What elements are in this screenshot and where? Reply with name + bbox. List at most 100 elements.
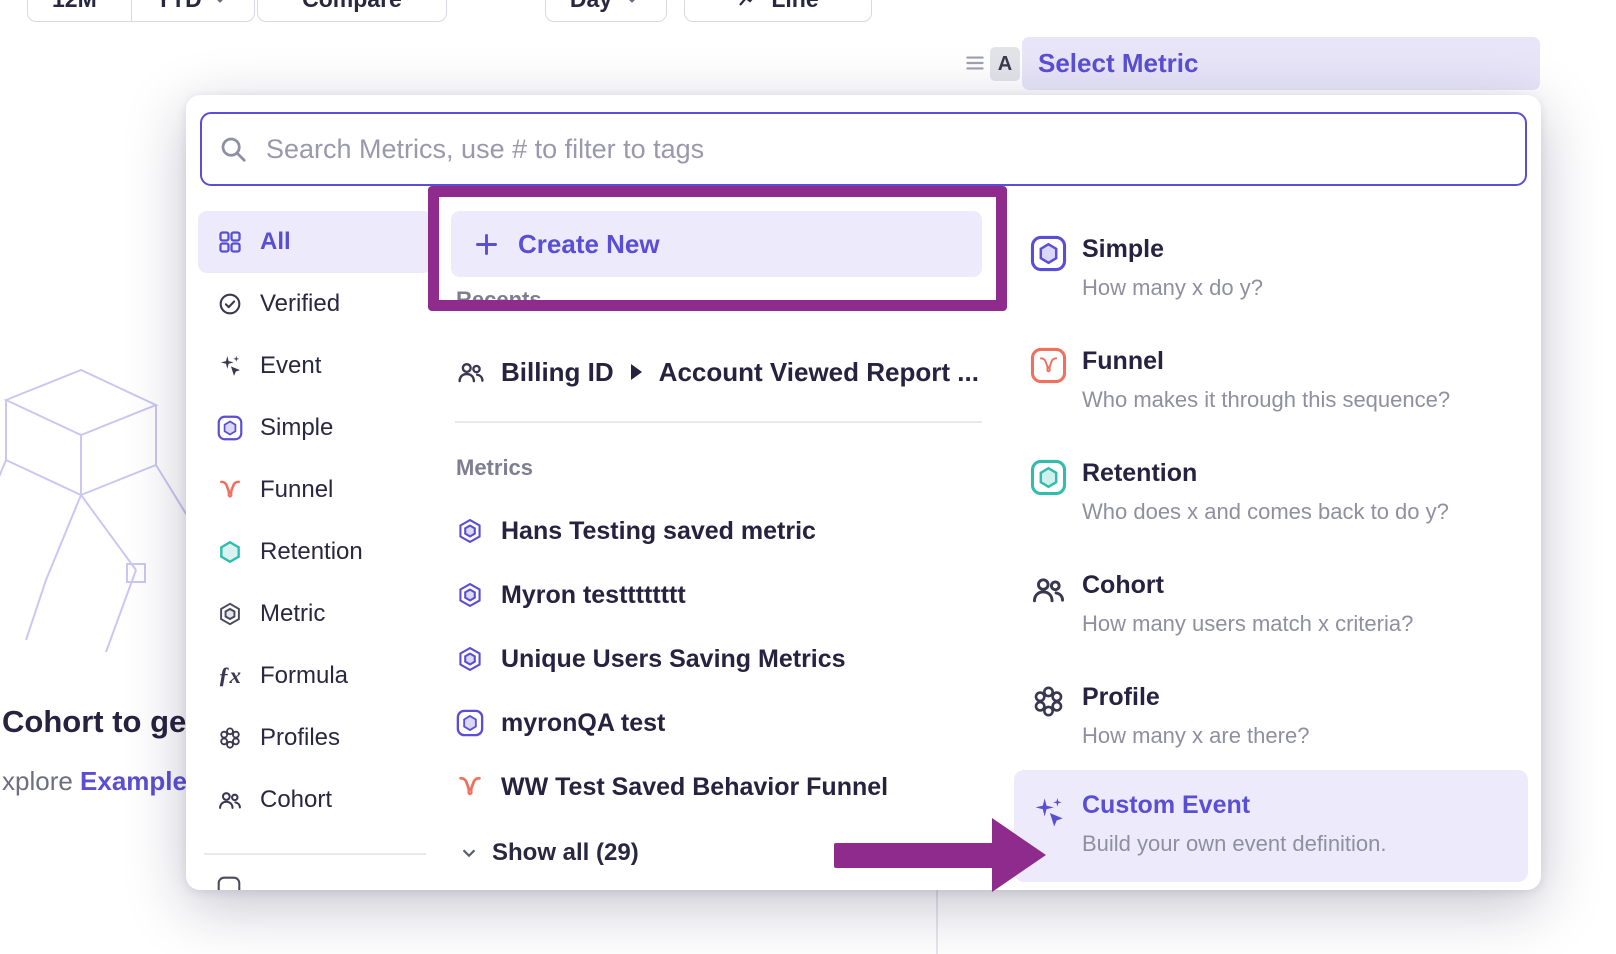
category-profiles[interactable]: Profiles bbox=[198, 707, 432, 769]
line-chart-icon bbox=[737, 0, 761, 11]
type-desc: Build your own event definition. bbox=[1082, 831, 1387, 857]
metric-icon bbox=[456, 581, 484, 609]
type-custom-event[interactable]: Custom Event Build your own event defini… bbox=[1014, 770, 1528, 882]
category-sidebar: All Verified Event Simple Funnel Retenti… bbox=[198, 211, 432, 831]
annotation-arrow-head bbox=[992, 818, 1046, 892]
category-metric[interactable]: Metric bbox=[198, 583, 432, 645]
partial-item-icon[interactable] bbox=[216, 875, 242, 890]
category-formula[interactable]: ƒx Formula bbox=[198, 645, 432, 707]
simple-icon bbox=[216, 415, 243, 442]
chart-type-label: Line bbox=[771, 0, 818, 13]
type-desc: How many x do y? bbox=[1082, 275, 1263, 301]
range-12m-button[interactable]: 12M bbox=[28, 0, 121, 21]
category-event[interactable]: Event bbox=[198, 335, 432, 397]
category-all[interactable]: All bbox=[198, 211, 432, 273]
event-sparkle-icon bbox=[216, 353, 243, 380]
simple-icon bbox=[1030, 235, 1067, 272]
decorative-wireframe bbox=[0, 330, 206, 660]
retention-icon bbox=[216, 539, 243, 566]
canvas-headline: Cohort to ge bbox=[2, 704, 186, 740]
create-new-button[interactable]: Create New bbox=[451, 211, 982, 277]
saved-metric-label: myronQA test bbox=[501, 709, 665, 738]
simple-icon bbox=[456, 709, 484, 737]
chart-type-button[interactable]: Line bbox=[684, 0, 872, 22]
category-simple[interactable]: Simple bbox=[198, 397, 432, 459]
metric-row-badge: A bbox=[990, 47, 1020, 81]
type-name: Custom Event bbox=[1082, 791, 1250, 820]
saved-metric-item[interactable]: Unique Users Saving Metrics bbox=[456, 635, 846, 683]
category-retention[interactable]: Retention bbox=[198, 521, 432, 583]
select-metric-button[interactable]: Select Metric bbox=[1022, 37, 1540, 90]
profiles-flower-icon bbox=[1030, 683, 1067, 720]
category-funnel[interactable]: Funnel bbox=[198, 459, 432, 521]
drag-handle-icon[interactable] bbox=[962, 50, 988, 76]
compare-label: Compare bbox=[302, 0, 402, 13]
category-label: Profiles bbox=[260, 724, 340, 752]
saved-metric-item[interactable]: Hans Testing saved metric bbox=[456, 507, 816, 555]
arrow-right-icon bbox=[631, 364, 642, 380]
example-link[interactable]: Example bbox=[80, 766, 187, 796]
chevron-down-icon bbox=[622, 0, 642, 9]
type-cohort[interactable]: Cohort How many users match x criteria? bbox=[1014, 571, 1528, 655]
recent-metric-item[interactable]: Billing ID Account Viewed Report ... bbox=[456, 350, 979, 394]
show-all-button[interactable]: Show all (29) bbox=[458, 833, 639, 873]
type-desc: Who does x and comes back to do y? bbox=[1082, 499, 1449, 525]
saved-metric-label: Unique Users Saving Metrics bbox=[501, 645, 846, 674]
type-name: Cohort bbox=[1082, 571, 1164, 600]
category-label: Retention bbox=[260, 538, 363, 566]
metric-icon bbox=[456, 517, 484, 545]
saved-metric-label: WW Test Saved Behavior Funnel bbox=[501, 773, 888, 802]
search-input[interactable] bbox=[264, 133, 1509, 166]
recents-heading: Recents bbox=[456, 287, 542, 313]
type-simple[interactable]: Simple How many x do y? bbox=[1014, 235, 1528, 319]
verified-badge-icon bbox=[216, 291, 243, 318]
plus-icon bbox=[473, 231, 500, 258]
retention-icon bbox=[1030, 459, 1067, 496]
range-ytd-button[interactable]: YTD bbox=[131, 0, 254, 21]
funnel-icon bbox=[1030, 347, 1067, 384]
chevron-down-icon bbox=[458, 842, 480, 864]
section-divider bbox=[455, 421, 982, 423]
type-name: Profile bbox=[1082, 683, 1160, 712]
saved-metric-item[interactable]: myronQA test bbox=[456, 699, 665, 747]
metric-select-modal: All Verified Event Simple Funnel Retenti… bbox=[186, 95, 1541, 890]
date-range-control: 12M YTD bbox=[27, 0, 255, 22]
metric-icon bbox=[456, 645, 484, 673]
granularity-label: Day bbox=[570, 0, 612, 13]
recent-event-name: Account Viewed Report ... bbox=[659, 357, 979, 388]
type-profile[interactable]: Profile How many x are there? bbox=[1014, 683, 1528, 767]
category-verified[interactable]: Verified bbox=[198, 273, 432, 335]
create-new-label: Create New bbox=[518, 229, 660, 260]
cohort-people-icon bbox=[456, 357, 486, 387]
app-root: 12M YTD Compare Day Line A Select Metric… bbox=[0, 0, 1616, 954]
annotation-arrow bbox=[834, 843, 994, 868]
category-label: Simple bbox=[260, 414, 333, 442]
saved-metric-label: Hans Testing saved metric bbox=[501, 517, 816, 546]
saved-metric-item[interactable]: WW Test Saved Behavior Funnel bbox=[456, 763, 888, 811]
category-label: Event bbox=[260, 352, 321, 380]
type-desc: How many x are there? bbox=[1082, 723, 1309, 749]
search-bar bbox=[200, 112, 1527, 186]
show-all-label: Show all (29) bbox=[492, 839, 639, 867]
funnel-icon bbox=[216, 477, 243, 504]
range-ytd-label: YTD bbox=[156, 0, 202, 13]
category-cohort[interactable]: Cohort bbox=[198, 769, 432, 831]
search-icon bbox=[218, 134, 248, 164]
metrics-heading: Metrics bbox=[456, 455, 533, 481]
type-name: Retention bbox=[1082, 459, 1197, 488]
profiles-flower-icon bbox=[216, 725, 243, 752]
granularity-button[interactable]: Day bbox=[545, 0, 667, 22]
type-funnel[interactable]: Funnel Who makes it through this sequenc… bbox=[1014, 347, 1528, 431]
formula-icon: ƒx bbox=[216, 663, 243, 690]
category-label: Verified bbox=[260, 290, 340, 318]
compare-button[interactable]: Compare bbox=[257, 0, 447, 22]
category-label: Formula bbox=[260, 662, 348, 690]
type-desc: How many users match x criteria? bbox=[1082, 611, 1413, 637]
metric-icon bbox=[216, 601, 243, 628]
saved-metric-item[interactable]: Myron testttttttt bbox=[456, 571, 686, 619]
type-name: Simple bbox=[1082, 235, 1164, 264]
select-metric-label: Select Metric bbox=[1038, 48, 1198, 79]
type-desc: Who makes it through this sequence? bbox=[1082, 387, 1450, 413]
category-label: All bbox=[260, 228, 291, 256]
type-retention[interactable]: Retention Who does x and comes back to d… bbox=[1014, 459, 1528, 543]
